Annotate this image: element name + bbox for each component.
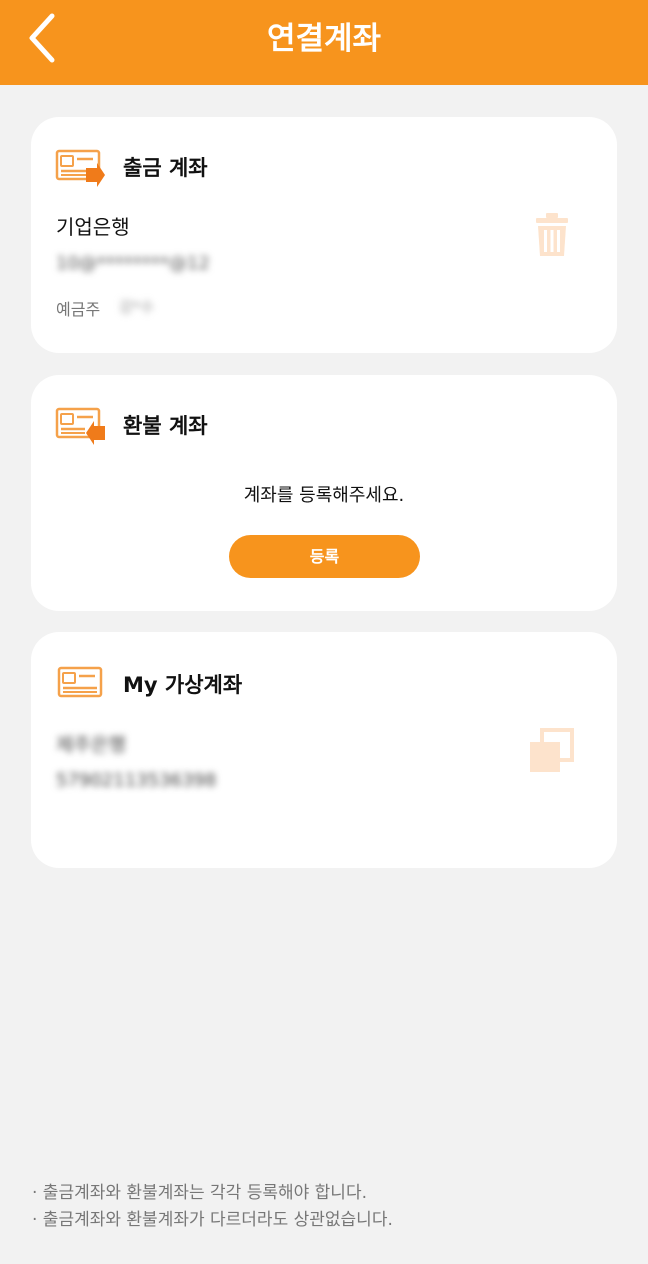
virtual-account-title: My 가상계좌 <box>123 673 243 697</box>
notice-list: · 출금계좌와 환불계좌는 각각 등록해야 합니다. · 출금계좌와 환불계좌가… <box>32 1180 622 1234</box>
register-button[interactable]: 등록 <box>229 535 420 578</box>
withdraw-account-number: 10@********@12 <box>56 253 210 274</box>
virtual-account-number: 57902113536398 <box>56 770 217 791</box>
notice-item: · 출금계좌와 환불계좌는 각각 등록해야 합니다. <box>32 1183 367 1203</box>
notice-item: · 출금계좌와 환불계좌가 다르더라도 상관없습니다. <box>32 1210 393 1230</box>
delete-account-button[interactable] <box>535 212 569 258</box>
bank-card-icon <box>57 666 103 698</box>
holder-name: 강*수 <box>119 298 155 316</box>
refund-account-title: 환불 계좌 <box>123 414 208 438</box>
trash-icon <box>536 213 568 256</box>
refund-account-card: 환불 계좌 계좌를 등록해주세요. 등록 <box>31 375 617 611</box>
page-title: 연결계좌 <box>266 21 382 57</box>
virtual-account-card: My 가상계좌 제주은행 57902113536398 <box>31 632 617 868</box>
holder-label: 예금주 <box>56 300 101 319</box>
app-header: 연결계좌 <box>0 0 648 85</box>
withdraw-bank-name: 기업은행 <box>56 215 130 239</box>
virtual-bank-name: 제주은행 <box>56 734 126 756</box>
register-prompt: 계좌를 등록해주세요. <box>243 485 405 506</box>
copy-account-button[interactable] <box>528 728 574 774</box>
bank-card-incoming-icon <box>55 407 105 445</box>
copy-icon <box>530 728 574 772</box>
withdraw-account-title: 출금 계좌 <box>123 156 208 180</box>
bank-card-outgoing-icon <box>55 149 105 187</box>
withdraw-account-card: 출금 계좌 기업은행 10@********@12 예금주 강*수 <box>31 117 617 353</box>
